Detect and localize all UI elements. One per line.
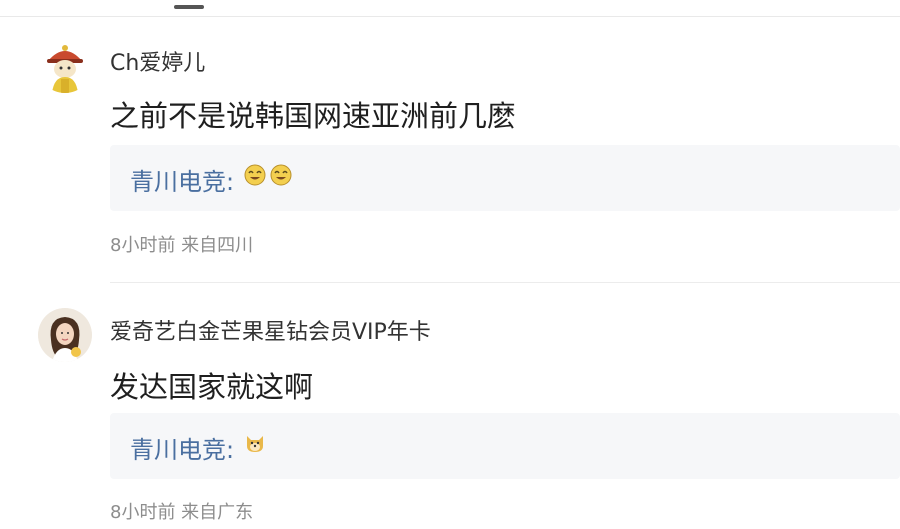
comment-text: 之前不是说韩国网速亚洲前几麽 — [110, 99, 517, 133]
comment-meta: 8小时前 来自广东 — [110, 502, 254, 523]
avatar[interactable] — [38, 39, 92, 93]
comment-meta: 8小时前 来自四川 — [110, 235, 254, 256]
comment-item: 爱奇艺白金芒果星钻会员VIP年卡 发达国家就这啊 青川电竞: 8小时前 来自广东 — [0, 284, 900, 529]
doge-emoji-icon — [244, 432, 266, 454]
avatar[interactable] — [38, 308, 92, 362]
reply-emojis — [244, 432, 266, 454]
comment-divider — [110, 282, 900, 283]
reply-author[interactable]: 青川电竞: — [130, 430, 234, 465]
comment-text: 发达国家就这啊 — [110, 370, 314, 404]
reply-emojis — [244, 164, 292, 186]
laughing-emoji-icon — [244, 164, 266, 186]
laughing-emoji-icon — [270, 164, 292, 186]
woman-photo-avatar — [38, 308, 92, 362]
comment-item: Ch爱婷儿 之前不是说韩国网速亚洲前几麽 青川电竞: 8小时前 来自四川 — [0, 17, 900, 282]
reply-preview[interactable]: 青川电竞: — [110, 413, 900, 479]
top-tab-bar — [0, 0, 900, 17]
username[interactable]: Ch爱婷儿 — [110, 45, 205, 77]
username[interactable]: 爱奇艺白金芒果星钻会员VIP年卡 — [110, 314, 431, 346]
reply-author[interactable]: 青川电竞: — [130, 162, 234, 197]
active-tab-indicator — [174, 5, 204, 9]
cartoon-character-avatar — [38, 39, 92, 93]
reply-preview[interactable]: 青川电竞: — [110, 145, 900, 211]
